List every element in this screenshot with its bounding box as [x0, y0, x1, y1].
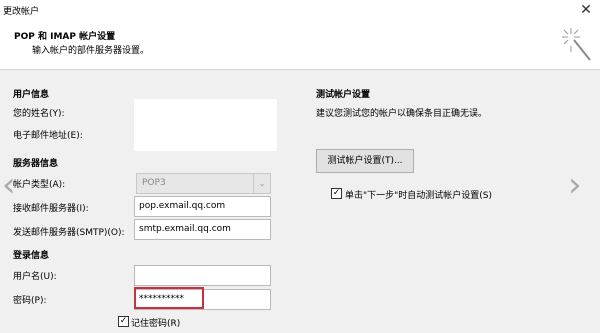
remember-password-label: 记住密码(R) [131, 319, 181, 329]
remember-password-checkbox[interactable]: ✓ [118, 316, 129, 327]
account-type-value: POP3 [142, 178, 166, 188]
incoming-server-input[interactable]: pop.exmail.qq.com [134, 196, 271, 217]
window-title: 更改帐户 [3, 7, 40, 17]
password-label: 密码(P): [13, 296, 47, 306]
incoming-server-label: 接收邮件服务器(I): [13, 204, 89, 214]
magic-wand-icon [562, 28, 591, 61]
next-arrow-icon[interactable]: › [568, 168, 582, 202]
previous-arrow-icon[interactable]: ‹ [2, 168, 16, 202]
auto-test-checkbox[interactable]: ✓ [331, 188, 342, 199]
test-account-button[interactable]: 测试帐户设置(T)... [316, 149, 414, 173]
account-type-label: 帐户类型(A): [13, 180, 66, 190]
header-subtitle: 输入帐户的部件服务器设置。 [32, 46, 150, 56]
server-info-section: 服务器信息 [13, 159, 59, 169]
login-info-section: 登录信息 [13, 251, 50, 261]
name-label: 您的姓名(Y): [13, 109, 65, 119]
header-title: POP 和 IMAP 帐户设置 [14, 32, 116, 42]
dialog-header: POP 和 IMAP 帐户设置 输入帐户的部件服务器设置。 [0, 20, 600, 70]
auto-test-label: 单击"下一步"时自动测试帐户设置(S) [345, 191, 493, 201]
outgoing-server-label: 发送邮件服务器(SMTP)(O): [13, 228, 125, 238]
close-icon[interactable]: ✕ [576, 1, 596, 19]
username-input[interactable] [134, 265, 271, 286]
test-description: 建议您测试您的帐户以确保条目正确无误。 [316, 109, 488, 119]
user-info-section: 用户信息 [13, 90, 50, 100]
email-label: 电子邮件地址(E): [13, 131, 83, 141]
title-bar: 更改帐户 ✕ [0, 0, 600, 20]
name-email-input-area[interactable] [134, 99, 277, 151]
outgoing-server-input[interactable]: smtp.exmail.qq.com [134, 219, 271, 240]
test-settings-section: 测试帐户设置 [316, 90, 371, 100]
username-label: 用户名(U): [13, 272, 57, 282]
password-highlight-box [134, 287, 204, 309]
chevron-down-icon: ⌄ [253, 174, 270, 193]
account-type-select[interactable]: POP3 ⌄ [136, 173, 271, 194]
